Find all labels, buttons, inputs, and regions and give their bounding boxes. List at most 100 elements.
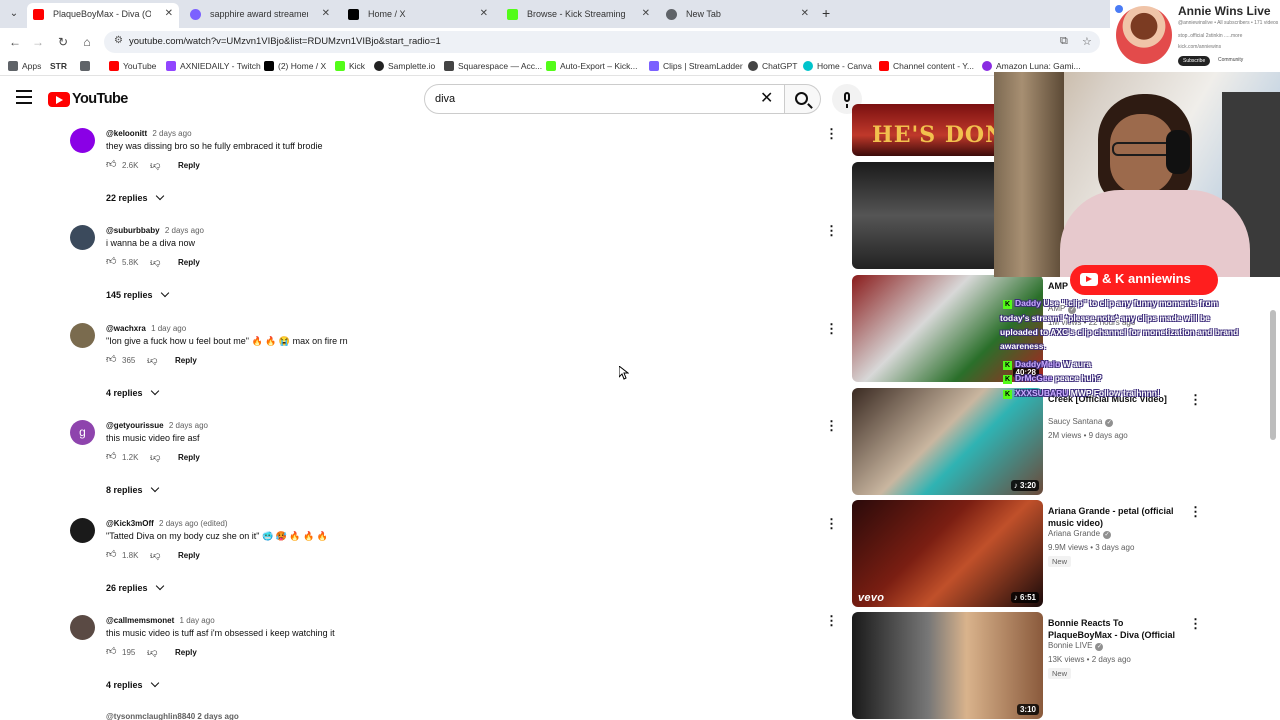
channel-name[interactable]: Ariana Grande ✓ [1048, 529, 1112, 539]
close-tab-icon[interactable]: ✕ [480, 3, 488, 25]
clear-search-icon[interactable]: ✕ [760, 90, 773, 108]
thumbs-down-icon[interactable]: 👍︎ [150, 550, 160, 561]
bookmark-kick[interactable]: Kick [335, 60, 365, 72]
tab-x-home[interactable]: Home / X ✕ [342, 3, 494, 25]
thumbs-up-icon[interactable]: 👍︎ [106, 257, 116, 267]
comment-date[interactable]: 2 days ago (edited) [159, 519, 228, 528]
bookmark-chatgpt[interactable]: ChatGPT [748, 60, 797, 72]
thumbs-down-icon[interactable]: 👍︎ [150, 160, 160, 171]
more-options-icon[interactable]: ⋮ [825, 322, 838, 335]
comment-author[interactable]: @wachxra [106, 324, 146, 333]
reload-icon[interactable]: ↻ [55, 34, 71, 50]
thumbs-down-icon[interactable]: 👍︎ [147, 647, 157, 658]
thumbs-up-icon[interactable]: 👍︎ [106, 647, 116, 657]
comment-date[interactable]: 2 days ago [152, 129, 191, 138]
comment-author[interactable]: @getyourissue [106, 421, 164, 430]
avatar[interactable] [70, 322, 95, 348]
avatar[interactable] [70, 128, 95, 153]
more-options-icon[interactable]: ⋮ [825, 419, 838, 432]
bookmark-apps[interactable]: Apps [8, 60, 41, 72]
bookmark-amazon-luna[interactable]: Amazon Luna: Gami... [982, 60, 1081, 72]
view-replies-button[interactable]: 4 replies [106, 386, 159, 399]
reply-button[interactable]: Reply [178, 257, 200, 269]
tab-sapphire-award[interactable]: sapphire award streamer award ✕ [184, 3, 336, 25]
bookmark-youtube[interactable]: YouTube [109, 60, 156, 72]
search-button[interactable] [785, 84, 821, 114]
bookmark-str[interactable]: STR [50, 60, 67, 72]
thumbs-up-icon[interactable]: 👍︎ [106, 452, 116, 462]
comment-date[interactable]: 2 days ago [165, 226, 204, 235]
bookmark-squarespace[interactable]: Squarespace — Acc... [444, 60, 542, 72]
comment-author[interactable]: @suburbbaby [106, 226, 160, 235]
comment-date[interactable]: 1 day ago [180, 616, 215, 625]
avatar[interactable] [70, 615, 95, 640]
avatar[interactable] [70, 517, 95, 543]
reply-button[interactable]: Reply [175, 647, 197, 659]
channel-name[interactable]: Bonnie LIVE ✓ [1048, 641, 1104, 651]
more-options-icon[interactable]: ⋮ [825, 614, 838, 627]
close-tab-icon[interactable]: ✕ [801, 3, 809, 25]
thumbs-up-icon[interactable]: 👍︎ [106, 354, 116, 365]
comment-date[interactable]: 2 days ago [169, 421, 208, 430]
reply-button[interactable]: Reply [178, 160, 200, 172]
reply-button[interactable]: Reply [178, 550, 200, 562]
comment-author[interactable]: @Kick3mOff [106, 519, 154, 528]
reply-button[interactable]: Reply [175, 355, 197, 367]
video-title[interactable]: Ariana Grande - petal (official music vi… [1048, 505, 1182, 529]
more-options-icon[interactable]: ⋮ [1189, 393, 1202, 406]
bookmark-x[interactable]: (2) Home / X [264, 60, 326, 72]
new-tab-plus-icon[interactable]: + [822, 5, 830, 21]
view-replies-button[interactable]: 22 replies [106, 191, 164, 204]
comment-author[interactable]: @callmemsmonet [106, 616, 174, 625]
thumbs-down-icon[interactable]: 👍︎ [150, 257, 160, 268]
thumbs-down-icon[interactable]: 👍︎ [150, 452, 160, 463]
site-info-icon[interactable]: ⚙ [114, 35, 123, 46]
more-options-icon[interactable]: ⋮ [825, 224, 838, 237]
tab-kick-browse[interactable]: Browse - Kick Streaming ✕ [501, 3, 656, 25]
close-tab-icon[interactable]: ✕ [322, 3, 330, 25]
thumbs-down-icon[interactable]: 👍︎ [147, 355, 157, 366]
video-title[interactable]: Bonnie Reacts To PlaqueBoyMax - Diva (Of… [1048, 617, 1182, 641]
comment-author[interactable]: @keloonitt [106, 129, 147, 138]
home-icon[interactable]: ⌂ [79, 34, 95, 50]
tab-youtube-diva[interactable]: PlaqueBoyMax - Diva (Official M ✕ [27, 3, 179, 28]
close-tab-icon[interactable]: ✕ [642, 3, 650, 25]
avatar[interactable] [70, 225, 95, 251]
more-options-icon[interactable]: ⋮ [1189, 617, 1202, 630]
tab-new-tab[interactable]: New Tab ✕ [660, 3, 815, 25]
bookmark-twitch[interactable]: AXNIEDAILY - Twitch [166, 60, 261, 72]
video-thumbnail[interactable]: ♪ 3:20 [852, 388, 1043, 495]
recommended-video[interactable]: 3:10 Bonnie Reacts To PlaqueBoyMax - Diva… [852, 612, 1202, 720]
view-replies-button[interactable]: 8 replies [106, 483, 159, 496]
bookmark-grid[interactable] [80, 60, 94, 72]
comment-date[interactable]: 1 day ago [151, 324, 186, 333]
more-options-icon[interactable]: ⋮ [1189, 505, 1202, 518]
forward-arrow-icon[interactable]: → [30, 34, 46, 50]
more-options-icon[interactable]: ⋮ [825, 517, 838, 530]
bookmark-samplette[interactable]: Samplette.io [374, 60, 435, 72]
video-thumbnail[interactable]: 3:10 [852, 612, 1043, 719]
thumbs-up-icon[interactable]: 👍︎ [106, 549, 116, 560]
extension-icon[interactable] [1115, 5, 1123, 13]
tab-search-button[interactable]: ⌄ [6, 6, 22, 22]
view-replies-button[interactable]: 4 replies [106, 678, 159, 691]
channel-name[interactable]: Saucy Santana ✓ [1048, 417, 1114, 427]
back-arrow-icon[interactable]: ← [7, 34, 23, 50]
reply-button[interactable]: Reply [178, 452, 200, 464]
recommended-video[interactable]: ♪ 3:20 Creek [Official Music Video] Saucy … [852, 388, 1202, 496]
view-replies-button[interactable]: 26 replies [106, 581, 164, 594]
bookmark-canva[interactable]: Home - Canva [803, 60, 872, 72]
view-replies-button[interactable]: 145 replies [106, 289, 169, 301]
menu-hamburger-icon[interactable] [16, 90, 32, 106]
install-app-icon[interactable]: ⧉ [1060, 35, 1068, 48]
bookmark-channel-content[interactable]: Channel content - Y... [879, 60, 974, 72]
search-input[interactable]: diva [424, 84, 785, 114]
bookmark-streamladder[interactable]: Clips | StreamLadder [649, 60, 743, 72]
more-options-icon[interactable]: ⋮ [825, 127, 838, 140]
close-tab-icon[interactable]: ✕ [165, 3, 173, 25]
bookmark-auto-export[interactable]: Auto-Export – Kick... [546, 60, 637, 72]
video-thumbnail[interactable]: vevo ♪ 6:51 [852, 500, 1043, 607]
avatar[interactable]: g [70, 420, 95, 446]
page-scrollbar[interactable] [1270, 310, 1276, 440]
address-bar[interactable]: ⚙ youtube.com/watch?v=UMzvn1VIBjo&list=R… [104, 31, 1100, 53]
